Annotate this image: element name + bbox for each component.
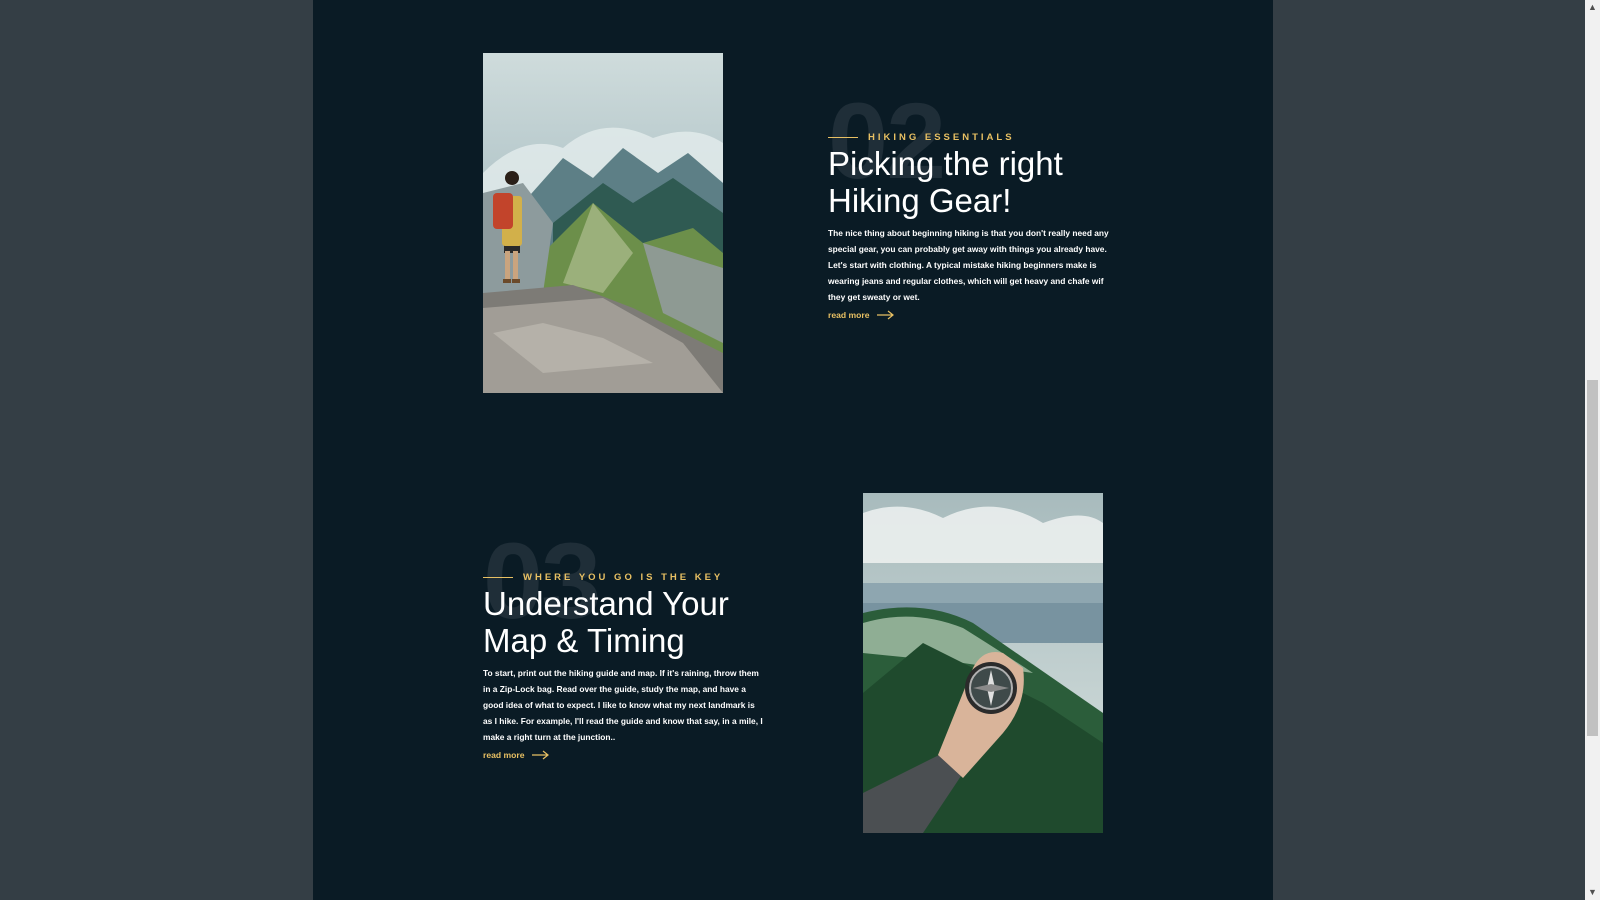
compass-photo [863,493,1103,833]
arrow-right-icon [876,310,894,320]
read-more-link[interactable]: read more [483,750,550,760]
article-title: Picking the right Hiking Gear! [828,145,1063,219]
chevron-up-icon[interactable]: ▲ [1585,0,1600,15]
arrow-right-icon [531,750,549,760]
article-body: To start, print out the hiking guide and… [483,668,763,742]
article-03: 03 WHERE YOU GO IS THE KEY Understand Yo… [483,527,765,763]
scrollbar-thumb[interactable] [1587,380,1598,736]
hiker-photo [483,53,723,393]
article-kicker: WHERE YOU GO IS THE KEY [523,571,724,583]
article-kicker: HIKING ESSENTIALS [868,131,1015,143]
vertical-scrollbar[interactable]: ▲ ▼ [1585,0,1600,900]
kicker-row: WHERE YOU GO IS THE KEY [483,571,765,583]
page-content: 02 HIKING ESSENTIALS Picking the right H… [313,0,1273,900]
article-02: 02 HIKING ESSENTIALS Picking the right H… [828,87,1110,323]
article-body: The nice thing about beginning hiking is… [828,228,1109,302]
read-more-label: read more [483,750,525,760]
kicker-row: HIKING ESSENTIALS [828,131,1110,143]
read-more-link[interactable]: read more [828,310,895,320]
kicker-line [483,576,513,578]
chevron-down-icon[interactable]: ▼ [1585,885,1600,900]
kicker-line [828,136,858,138]
read-more-label: read more [828,310,870,320]
article-title: Understand Your Map & Timing [483,585,729,659]
